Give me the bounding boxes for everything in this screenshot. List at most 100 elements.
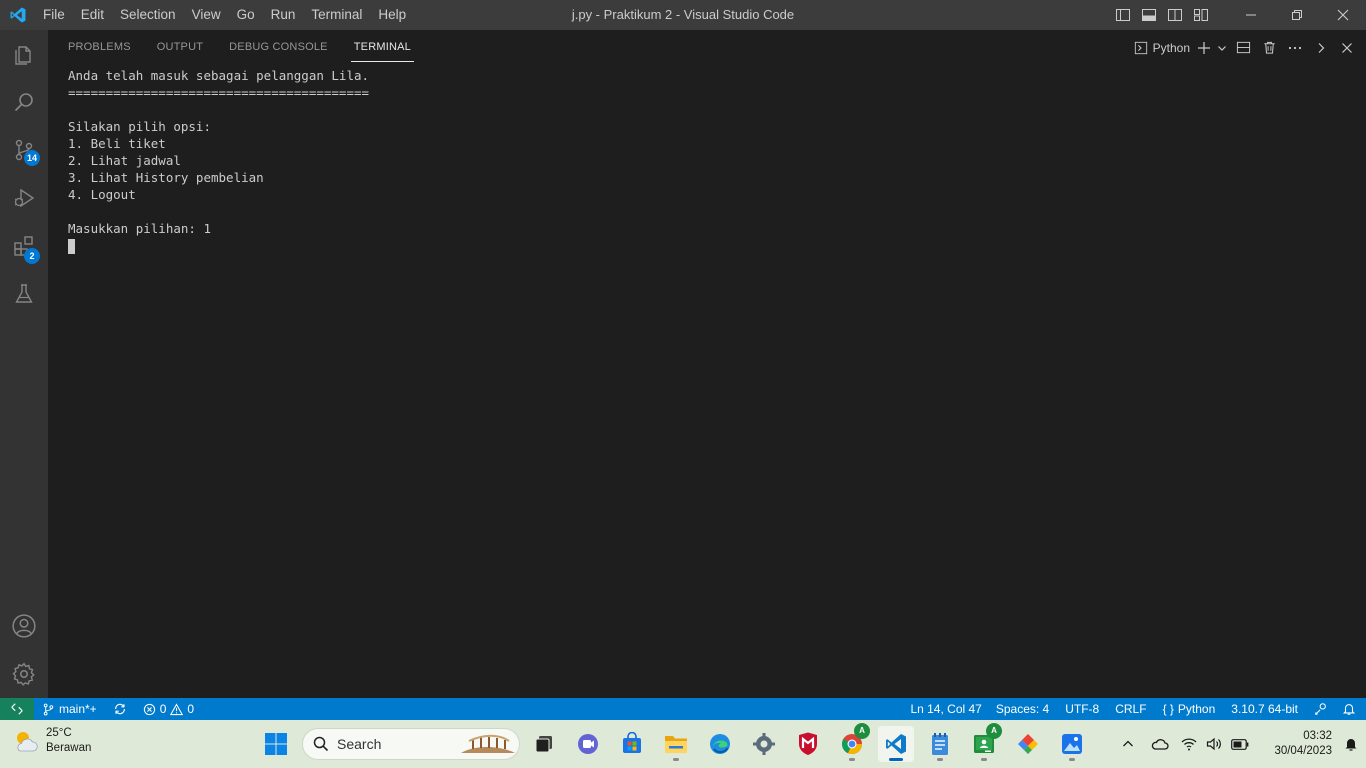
search-highlight-illustration-icon xyxy=(459,731,517,757)
menu-file[interactable]: File xyxy=(35,0,73,30)
terminal-line: Silakan pilih opsi: xyxy=(68,119,211,134)
run-debug-icon[interactable] xyxy=(0,174,48,222)
vscode-logo-icon xyxy=(0,0,35,30)
minimize-window-icon[interactable] xyxy=(1228,0,1274,30)
google-classroom-icon[interactable]: A xyxy=(966,723,1002,762)
restore-window-icon[interactable] xyxy=(1274,0,1320,30)
status-bar-right: Ln 14, Col 47 Spaces: 4 UTF-8 CRLF { } P… xyxy=(904,698,1366,720)
terminal-panel: PROBLEMS OUTPUT DEBUG CONSOLE TERMINAL P… xyxy=(48,30,1366,698)
menu-edit[interactable]: Edit xyxy=(73,0,112,30)
encoding[interactable]: UTF-8 xyxy=(1057,698,1107,720)
language-braces-icon: { } xyxy=(1162,702,1174,716)
branch-name: main*+ xyxy=(59,702,97,716)
new-terminal-plus-icon[interactable] xyxy=(1194,30,1214,65)
onedrive-cloud-icon[interactable] xyxy=(1144,737,1176,751)
split-terminal-icon[interactable] xyxy=(1230,30,1256,65)
notepad-icon[interactable] xyxy=(922,726,958,762)
cursor-position[interactable]: Ln 14, Col 47 xyxy=(904,698,987,720)
close-window-icon[interactable] xyxy=(1320,0,1366,30)
edge-browser-icon[interactable] xyxy=(702,726,738,762)
terminal-profile-selector[interactable]: Python xyxy=(1130,30,1194,65)
problems-indicator[interactable]: 0 0 xyxy=(137,698,200,720)
notifications-bell-icon[interactable] xyxy=(1336,698,1366,720)
close-panel-icon[interactable] xyxy=(1334,30,1360,65)
mcafee-shield-icon[interactable] xyxy=(790,726,826,762)
battery-icon[interactable] xyxy=(1226,738,1254,750)
remote-indicator-icon[interactable] xyxy=(0,698,34,720)
error-circle-icon xyxy=(143,703,156,716)
activity-bar: 14 2 xyxy=(0,30,48,698)
maximize-panel-chevron-icon[interactable] xyxy=(1308,30,1334,65)
toggle-primary-sidebar-icon[interactable] xyxy=(1110,0,1136,30)
vscode-taskbar-icon[interactable] xyxy=(878,726,914,762)
extensions-badge: 2 xyxy=(24,248,40,264)
customize-layout-icon[interactable] xyxy=(1188,0,1214,30)
menu-view[interactable]: View xyxy=(184,0,229,30)
warning-count: 0 xyxy=(187,702,195,716)
accounts-icon[interactable] xyxy=(0,602,48,650)
terminal-line: Anda telah masuk sebagai pelanggan Lila. xyxy=(68,68,370,83)
extensions-icon[interactable]: 2 xyxy=(0,222,48,270)
toggle-secondary-sidebar-icon[interactable] xyxy=(1162,0,1188,30)
search-icon xyxy=(313,736,329,752)
system-tray: 03:32 30/04/2023 xyxy=(1112,720,1366,768)
chrome-browser-icon[interactable]: A xyxy=(834,723,870,762)
language-mode[interactable]: { } Python xyxy=(1155,698,1224,720)
terminal-output[interactable]: Anda telah masuk sebagai pelanggan Lila.… xyxy=(68,67,369,254)
running-indicator xyxy=(1069,758,1075,761)
feedback-icon[interactable] xyxy=(1306,698,1336,720)
sync-button[interactable] xyxy=(103,698,137,720)
kill-terminal-trash-icon[interactable] xyxy=(1256,30,1282,65)
taskbar-clock[interactable]: 03:32 30/04/2023 xyxy=(1254,729,1338,759)
weather-temp: 25°C xyxy=(46,727,72,739)
microsoft-store-icon[interactable] xyxy=(614,726,650,762)
manage-gear-icon[interactable] xyxy=(0,650,48,698)
tab-output[interactable]: OUTPUT xyxy=(154,30,206,65)
end-of-line[interactable]: CRLF xyxy=(1107,698,1154,720)
more-actions-ellipsis-icon[interactable] xyxy=(1282,30,1308,65)
menu-bar: File Edit Selection View Go Run Terminal… xyxy=(35,0,414,30)
tab-problems[interactable]: PROBLEMS xyxy=(65,30,134,65)
explorer-icon[interactable] xyxy=(0,30,48,78)
menu-go[interactable]: Go xyxy=(229,0,263,30)
tab-terminal[interactable]: TERMINAL xyxy=(350,30,415,65)
taskbar-search-box[interactable]: Search xyxy=(302,728,520,760)
source-control-badge: 14 xyxy=(24,150,41,166)
wifi-icon[interactable] xyxy=(1176,737,1202,751)
chevron-down-icon[interactable] xyxy=(1214,30,1230,65)
language-label: Python xyxy=(1177,702,1216,716)
terminal-line: Masukkan pilihan: 1 xyxy=(68,221,211,236)
teams-chat-icon[interactable] xyxy=(570,726,606,762)
show-hidden-icons-chevron-icon[interactable] xyxy=(1112,738,1144,750)
indentation[interactable]: Spaces: 4 xyxy=(988,698,1057,720)
branch-indicator[interactable]: main*+ xyxy=(34,698,103,720)
menu-selection[interactable]: Selection xyxy=(112,0,184,30)
terminal-cursor-line xyxy=(68,237,369,254)
toggle-panel-icon[interactable] xyxy=(1136,0,1162,30)
windows-start-icon[interactable] xyxy=(258,726,294,762)
tab-debug-console[interactable]: DEBUG CONSOLE xyxy=(226,30,331,65)
testing-flask-icon[interactable] xyxy=(0,270,48,318)
search-icon[interactable] xyxy=(0,78,48,126)
clock-date: 30/04/2023 xyxy=(1274,745,1332,757)
photos-app-icon[interactable] xyxy=(1054,726,1090,762)
weather-description: Berawan xyxy=(46,742,92,754)
menu-run[interactable]: Run xyxy=(263,0,304,30)
python-interpreter[interactable]: 3.10.7 64-bit xyxy=(1223,698,1306,720)
file-explorer-icon[interactable] xyxy=(658,726,694,762)
source-control-icon[interactable]: 14 xyxy=(0,126,48,174)
notification-center-icon[interactable] xyxy=(1338,736,1364,752)
clock-time: 03:32 xyxy=(1303,730,1332,742)
menu-help[interactable]: Help xyxy=(370,0,414,30)
colorful-app-diamond-icon[interactable] xyxy=(1010,726,1046,762)
settings-gear-icon[interactable] xyxy=(746,726,782,762)
task-view-icon[interactable] xyxy=(526,726,562,762)
volume-speaker-icon[interactable] xyxy=(1202,737,1226,751)
git-branch-icon xyxy=(42,703,55,716)
weather-widget[interactable]: 25°C Berawan xyxy=(12,726,91,756)
menu-terminal[interactable]: Terminal xyxy=(303,0,370,30)
running-indicator xyxy=(849,758,855,761)
terminal-profile-label: Python xyxy=(1152,40,1190,55)
